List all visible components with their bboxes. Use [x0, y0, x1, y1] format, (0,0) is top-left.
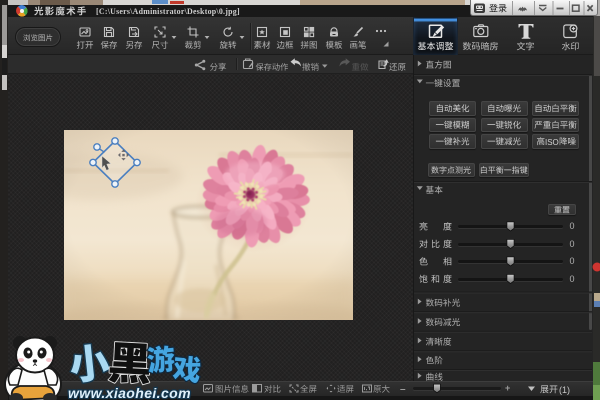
svg-text:www.xiaohei.com: www.xiaohei.com [68, 385, 191, 400]
